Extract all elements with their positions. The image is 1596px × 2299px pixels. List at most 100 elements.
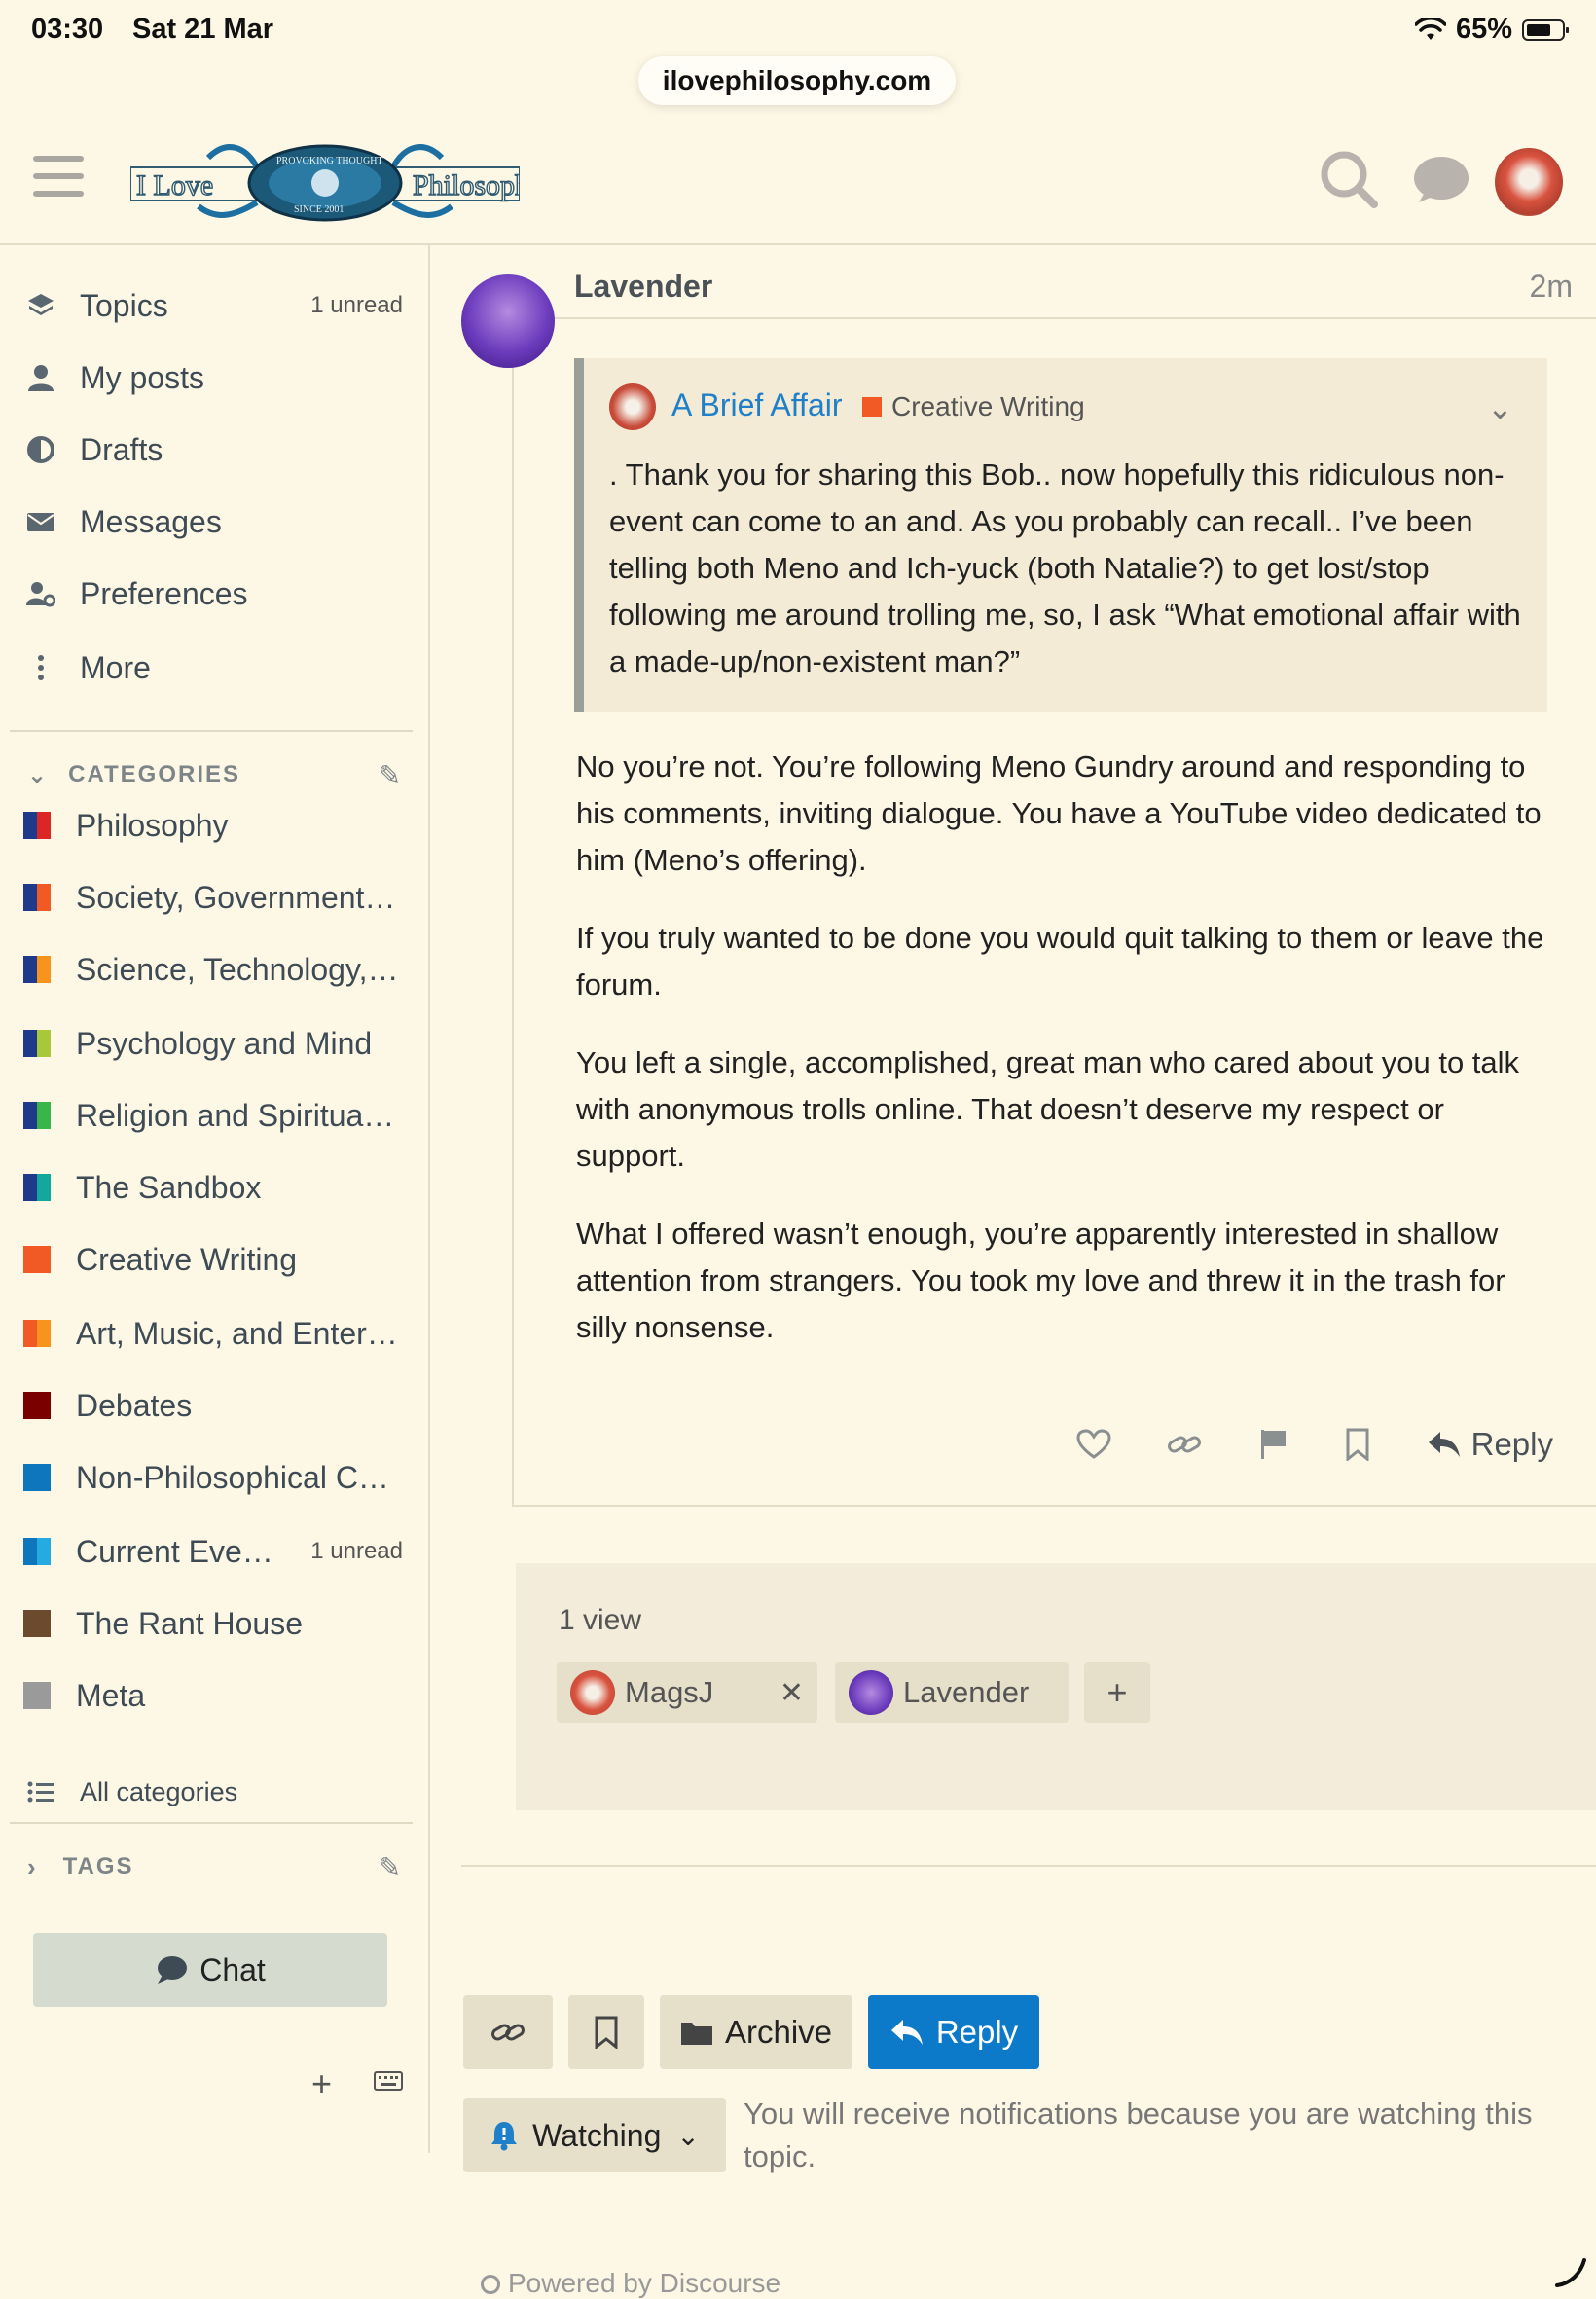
sidebar-category-item[interactable]: Art, Music, and Enter… <box>23 1304 403 1363</box>
add-user-button[interactable]: + <box>1084 1662 1150 1723</box>
sidebar-category-item[interactable]: Science, Technology,… <box>23 940 403 999</box>
category-color-swatch <box>23 1320 51 1347</box>
categories-section-header[interactable]: ⌄ CATEGORIES ✎ <box>27 755 401 794</box>
resize-handle-icon[interactable] <box>1553 2254 1588 2289</box>
bookmark-icon[interactable] <box>1345 1428 1370 1461</box>
topic-reply-button[interactable]: Reply <box>868 1995 1039 2069</box>
chat-button[interactable]: Chat <box>33 1933 387 2007</box>
status-date: Sat 21 Mar <box>132 14 274 45</box>
chevron-down-icon[interactable]: ⌄ <box>1487 389 1513 426</box>
discourse-logo-icon <box>481 2275 500 2294</box>
status-time: 03:30 <box>31 14 104 45</box>
sidebar-item-label: Art, Music, and Enter… <box>76 1315 398 1351</box>
archive-label: Archive <box>724 2014 833 2050</box>
quote-category[interactable]: Creative Writing <box>862 391 1085 422</box>
quote-topic-link[interactable]: A Brief Affair <box>671 387 843 423</box>
sidebar-category-item[interactable]: Psychology and Mind <box>23 1014 403 1073</box>
flag-icon[interactable] <box>1258 1428 1289 1461</box>
powered-by[interactable]: Powered by Discourse <box>481 2268 780 2299</box>
sidebar-item-drafts[interactable]: Drafts <box>23 420 403 479</box>
ellipsis-vertical-icon <box>23 650 58 685</box>
sidebar-category-item[interactable]: The Sandbox <box>23 1158 403 1217</box>
category-color-swatch <box>23 1682 51 1709</box>
pencil-icon[interactable]: ✎ <box>379 759 401 791</box>
category-color-swatch <box>23 1610 51 1637</box>
close-icon[interactable]: ✕ <box>780 1676 804 1710</box>
post-author-name[interactable]: Lavender <box>574 269 712 305</box>
notifications-dropdown[interactable]: Watching ⌄ <box>463 2098 726 2172</box>
chat-bubble-icon <box>158 1956 188 1984</box>
sidebar-item-my-posts[interactable]: My posts <box>23 348 403 407</box>
sidebar-item-label: Society, Government… <box>76 879 396 915</box>
layers-icon <box>23 288 58 323</box>
svg-text:Philosophy: Philosophy <box>413 169 520 201</box>
powered-by-text: Powered by Discourse <box>508 2268 781 2298</box>
category-color-swatch <box>23 884 51 911</box>
share-link-button[interactable] <box>463 1995 553 2069</box>
sidebar-item-topics[interactable]: Topics 1 unread <box>23 276 403 335</box>
bookmark-button[interactable] <box>568 1995 644 2069</box>
post-reply-button[interactable]: Reply <box>1427 1426 1553 1463</box>
search-icon[interactable] <box>1320 150 1378 208</box>
sidebar-item-label: Messages <box>80 503 222 539</box>
keyboard-icon[interactable] <box>374 2071 403 2091</box>
category-color-swatch <box>23 1246 51 1273</box>
sidebar-item-all-categories[interactable]: All categories <box>23 1768 403 1816</box>
post-timestamp[interactable]: 2m <box>1530 269 1573 305</box>
sidebar-item-label: More <box>80 649 151 685</box>
pencil-icon[interactable]: ✎ <box>379 1851 401 1883</box>
plus-icon[interactable]: + <box>311 2063 332 2104</box>
half-circle-icon <box>23 432 58 467</box>
reply-arrow-icon <box>890 2020 923 2045</box>
post-paragraph: If you truly wanted to be done you would… <box>576 921 1544 1002</box>
user-gear-icon <box>23 576 58 611</box>
quote-avatar <box>609 383 656 430</box>
sidebar-item-label: Religion and Spiritua… <box>76 1097 395 1133</box>
address-bar[interactable]: ilovephilosophy.com <box>638 56 956 105</box>
site-logo[interactable]: I Love Philosophy PROVOKING THOUGHT SINC… <box>129 138 545 226</box>
user-name: MagsJ <box>625 1675 714 1709</box>
sidebar-category-item[interactable]: Current Eve… 1 unread <box>23 1522 403 1581</box>
post-paragraph: You left a single, accomplished, great m… <box>576 1045 1520 1173</box>
link-icon[interactable] <box>1167 1430 1202 1459</box>
sidebar-item-label: Preferences <box>80 575 248 611</box>
user-avatar[interactable] <box>1495 148 1563 216</box>
list-icon <box>23 1774 58 1809</box>
watching-label: Watching <box>532 2117 662 2153</box>
sidebar-category-item[interactable]: Creative Writing <box>23 1230 403 1289</box>
user-pill-lavender[interactable]: Lavender <box>835 1662 1069 1723</box>
sidebar-category-item[interactable]: Meta <box>23 1666 403 1725</box>
category-color-swatch <box>862 397 882 417</box>
sidebar-category-item[interactable]: Religion and Spiritua… <box>23 1086 403 1145</box>
chat-bubble-icon[interactable] <box>1411 152 1469 210</box>
category-color-swatch <box>23 1538 51 1565</box>
sidebar-item-label: Creative Writing <box>76 1241 298 1277</box>
sidebar-category-item[interactable]: The Rant House <box>23 1594 403 1653</box>
post-actions: Reply <box>1076 1413 1553 1476</box>
sidebar-category-item[interactable]: Non-Philosophical C… <box>23 1448 403 1507</box>
tags-section-header[interactable]: › TAGS ✎ <box>27 1847 401 1886</box>
avatar <box>570 1670 615 1715</box>
hamburger-menu-icon[interactable] <box>33 156 84 202</box>
user-pill-magsj[interactable]: MagsJ ✕ <box>557 1662 817 1723</box>
status-indicators: 65% <box>1414 14 1569 46</box>
sidebar-category-item[interactable]: Society, Government… <box>23 868 403 927</box>
sidebar-item-preferences[interactable]: Preferences <box>23 565 403 623</box>
sidebar-category-item[interactable]: Philosophy <box>23 796 403 855</box>
avatar <box>849 1670 893 1715</box>
archive-button[interactable]: Archive <box>660 1995 852 2069</box>
sidebar-item-label: All categories <box>80 1776 238 1806</box>
post-paragraph: No you’re not. You’re following Meno Gun… <box>576 749 1542 877</box>
notification-description: You will receive notifications because y… <box>744 2097 1533 2173</box>
sidebar-item-more[interactable]: More <box>23 639 403 697</box>
category-color-swatch <box>23 1102 51 1129</box>
post-author-avatar[interactable] <box>461 274 555 368</box>
heart-icon[interactable] <box>1076 1429 1111 1460</box>
sidebar-divider <box>10 730 413 732</box>
reply-arrow-icon <box>1428 1432 1460 1457</box>
envelope-icon <box>23 504 58 539</box>
sidebar-item-label: Meta <box>76 1677 146 1713</box>
sidebar-category-item[interactable]: Debates <box>23 1376 403 1435</box>
sidebar-item-label: Current Eve… <box>76 1533 273 1569</box>
sidebar-item-messages[interactable]: Messages <box>23 493 403 551</box>
